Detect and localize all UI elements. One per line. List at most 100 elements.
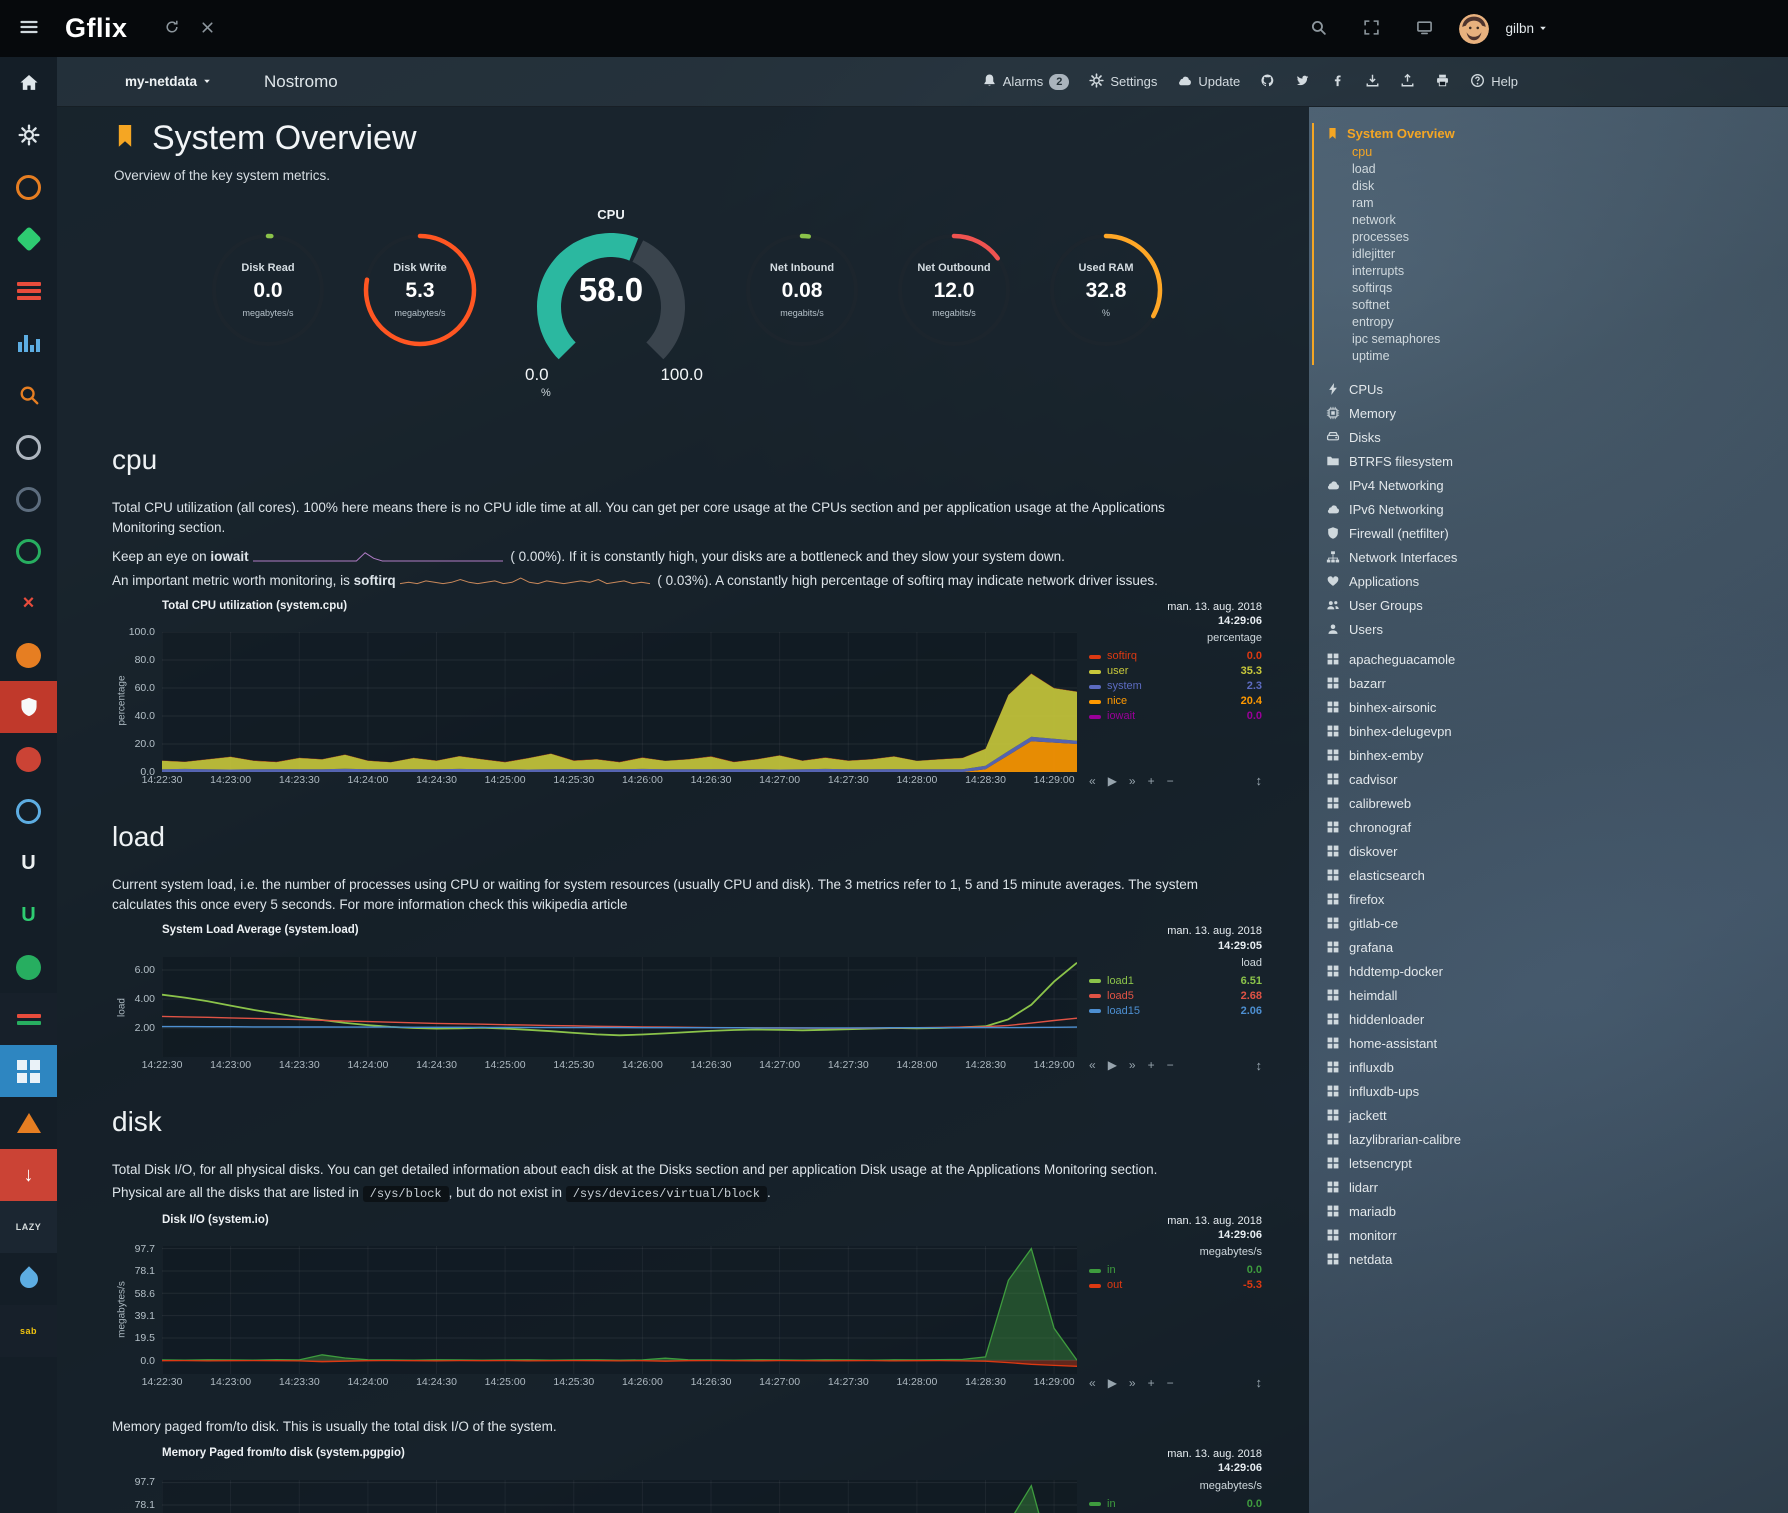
- legend-item-out[interactable]: out-5.3: [1089, 1278, 1262, 1293]
- export-button[interactable]: [1400, 73, 1415, 91]
- sidebar-item-app-magnifier[interactable]: [0, 369, 57, 421]
- github-button[interactable]: [1260, 73, 1275, 91]
- sidebar-item-app-play[interactable]: [0, 941, 57, 993]
- display-button[interactable]: [1416, 19, 1433, 39]
- sidebar-item-app-cross[interactable]: ×: [0, 577, 57, 629]
- sidebar-item-settings-gear[interactable]: [0, 109, 57, 161]
- menu-app-hddtemp-docker[interactable]: hddtemp-docker: [1326, 959, 1552, 983]
- user-avatar[interactable]: [1459, 14, 1489, 44]
- menu-section-cpus[interactable]: CPUs: [1326, 377, 1552, 401]
- menu-app-binhex-airsonic[interactable]: binhex-airsonic: [1326, 695, 1552, 719]
- sidebar-item-app-disc[interactable]: [0, 473, 57, 525]
- legend-item-load1[interactable]: load16.51: [1089, 974, 1262, 989]
- chart-zoom-out-button[interactable]: −: [1167, 1376, 1174, 1390]
- menu-app-diskover[interactable]: diskover: [1326, 839, 1552, 863]
- help-button[interactable]: Help: [1470, 73, 1518, 91]
- chart-pan-left-button[interactable]: «: [1089, 1058, 1096, 1072]
- menu-section-network-interfaces[interactable]: Network Interfaces: [1326, 545, 1552, 569]
- sidebar-item-app-u-green[interactable]: U: [0, 889, 57, 941]
- menu-item-disk[interactable]: disk: [1326, 178, 1552, 195]
- menu-app-home-assistant[interactable]: home-assistant: [1326, 1031, 1552, 1055]
- menu-app-jackett[interactable]: jackett: [1326, 1103, 1552, 1127]
- gauge-disk-write[interactable]: Disk Write5.3megabytes/s: [359, 229, 481, 351]
- sidebar-item-app-horseshoe[interactable]: U: [0, 837, 57, 889]
- chart-plot-area[interactable]: [162, 632, 1077, 772]
- menu-app-lidarr[interactable]: lidarr: [1326, 1175, 1552, 1199]
- menu-app-chronograf[interactable]: chronograf: [1326, 815, 1552, 839]
- menu-item-network[interactable]: network: [1326, 212, 1552, 229]
- menu-section-firewall-netfilter[interactable]: Firewall (netfilter): [1326, 521, 1552, 545]
- chart-pan-left-button[interactable]: «: [1089, 1376, 1096, 1390]
- chart-pan-left-button[interactable]: «: [1089, 774, 1096, 788]
- menu-item-load[interactable]: load: [1326, 161, 1552, 178]
- menu-app-netdata[interactable]: netdata: [1326, 1247, 1552, 1271]
- sidebar-item-app-lightning[interactable]: [0, 525, 57, 577]
- chart-play-button[interactable]: ▶: [1108, 1376, 1117, 1390]
- hamburger-menu-button[interactable]: [0, 0, 57, 57]
- menu-app-bazarr[interactable]: bazarr: [1326, 671, 1552, 695]
- menu-section-memory[interactable]: Memory: [1326, 401, 1552, 425]
- menu-section-ipv6-networking[interactable]: IPv6 Networking: [1326, 497, 1552, 521]
- sidebar-item-app-rings[interactable]: [0, 785, 57, 837]
- gauge-disk-read[interactable]: Disk Read0.0megabytes/s: [207, 229, 329, 351]
- gauge-net-outbound[interactable]: Net Outbound12.0megabits/s: [893, 229, 1015, 351]
- menu-section-users[interactable]: Users: [1326, 617, 1552, 641]
- alarms-button[interactable]: Alarms 2: [982, 73, 1070, 91]
- menu-app-firefox[interactable]: firefox: [1326, 887, 1552, 911]
- refresh-button[interactable]: [164, 19, 180, 38]
- menu-section-btrfs-filesystem[interactable]: BTRFS filesystem: [1326, 449, 1552, 473]
- facebook-button[interactable]: [1330, 73, 1345, 91]
- legend-item-load5[interactable]: load52.68: [1089, 989, 1262, 1004]
- menu-item-entropy[interactable]: entropy: [1326, 314, 1552, 331]
- sidebar-item-app-shield[interactable]: [0, 681, 57, 733]
- chart-zoom-in-button[interactable]: +: [1148, 774, 1155, 788]
- fullscreen-button[interactable]: [1363, 19, 1380, 39]
- sidebar-item-app-window[interactable]: [0, 1045, 57, 1097]
- legend-item-in[interactable]: in0.0: [1089, 1263, 1262, 1278]
- gauge-cpu[interactable]: CPU58.00.0100.0%: [511, 207, 711, 412]
- chart-zoom-in-button[interactable]: +: [1148, 1376, 1155, 1390]
- chart-plot-area[interactable]: [162, 1246, 1077, 1374]
- legend-item-load15[interactable]: load152.06: [1089, 1004, 1262, 1019]
- menu-app-cadvisor[interactable]: cadvisor: [1326, 767, 1552, 791]
- menu-item-softnet[interactable]: softnet: [1326, 297, 1552, 314]
- menu-item-processes[interactable]: processes: [1326, 229, 1552, 246]
- close-tab-button[interactable]: [200, 20, 215, 38]
- legend-item-in[interactable]: in0.0: [1089, 1497, 1262, 1512]
- menu-app-monitorr[interactable]: monitorr: [1326, 1223, 1552, 1247]
- sidebar-item-app-drop[interactable]: [0, 1253, 57, 1305]
- legend-item-nice[interactable]: nice20.4: [1089, 694, 1262, 709]
- sidebar-item-app-sab[interactable]: sab: [0, 1305, 57, 1357]
- chart-pan-right-button[interactable]: »: [1129, 1376, 1136, 1390]
- sidebar-item-home[interactable]: [0, 57, 57, 109]
- menu-app-hiddenloader[interactable]: hiddenloader: [1326, 1007, 1552, 1031]
- menu-item-ipc-semaphores[interactable]: ipc semaphores: [1326, 331, 1552, 348]
- chart-plot-area[interactable]: [162, 957, 1077, 1057]
- sidebar-item-app-down-arrow[interactable]: ↓: [0, 1149, 57, 1201]
- menu-app-binhex-delugevpn[interactable]: binhex-delugevpn: [1326, 719, 1552, 743]
- legend-item-softirq[interactable]: softirq0.0: [1089, 649, 1262, 664]
- menu-section-applications[interactable]: Applications: [1326, 569, 1552, 593]
- menu-app-influxdb-ups[interactable]: influxdb-ups: [1326, 1079, 1552, 1103]
- menu-app-elasticsearch[interactable]: elasticsearch: [1326, 863, 1552, 887]
- menu-section-disks[interactable]: Disks: [1326, 425, 1552, 449]
- print-button[interactable]: [1435, 73, 1450, 91]
- chart-zoom-out-button[interactable]: −: [1167, 774, 1174, 788]
- menu-section-ipv4-networking[interactable]: IPv4 Networking: [1326, 473, 1552, 497]
- server-dropdown[interactable]: my-netdata: [125, 74, 212, 89]
- menu-app-calibreweb[interactable]: calibreweb: [1326, 791, 1552, 815]
- chart-play-button[interactable]: ▶: [1108, 774, 1117, 788]
- chart-zoom-in-button[interactable]: +: [1148, 1058, 1155, 1072]
- menu-app-binhex-emby[interactable]: binhex-emby: [1326, 743, 1552, 767]
- menu-item-cpu[interactable]: cpu: [1326, 144, 1552, 161]
- chart-zoom-out-button[interactable]: −: [1167, 1058, 1174, 1072]
- chart-resize-handle[interactable]: ↕: [1256, 1375, 1263, 1390]
- menu-app-heimdall[interactable]: heimdall: [1326, 983, 1552, 1007]
- menu-item-system-overview[interactable]: System Overview: [1326, 123, 1552, 144]
- menu-item-idlejitter[interactable]: idlejitter: [1326, 246, 1552, 263]
- menu-item-uptime[interactable]: uptime: [1326, 348, 1552, 365]
- menu-item-interrupts[interactable]: interrupts: [1326, 263, 1552, 280]
- search-button[interactable]: [1310, 19, 1327, 39]
- sidebar-item-app-disc-dark[interactable]: [0, 421, 57, 473]
- chart-resize-handle[interactable]: ↕: [1256, 773, 1263, 788]
